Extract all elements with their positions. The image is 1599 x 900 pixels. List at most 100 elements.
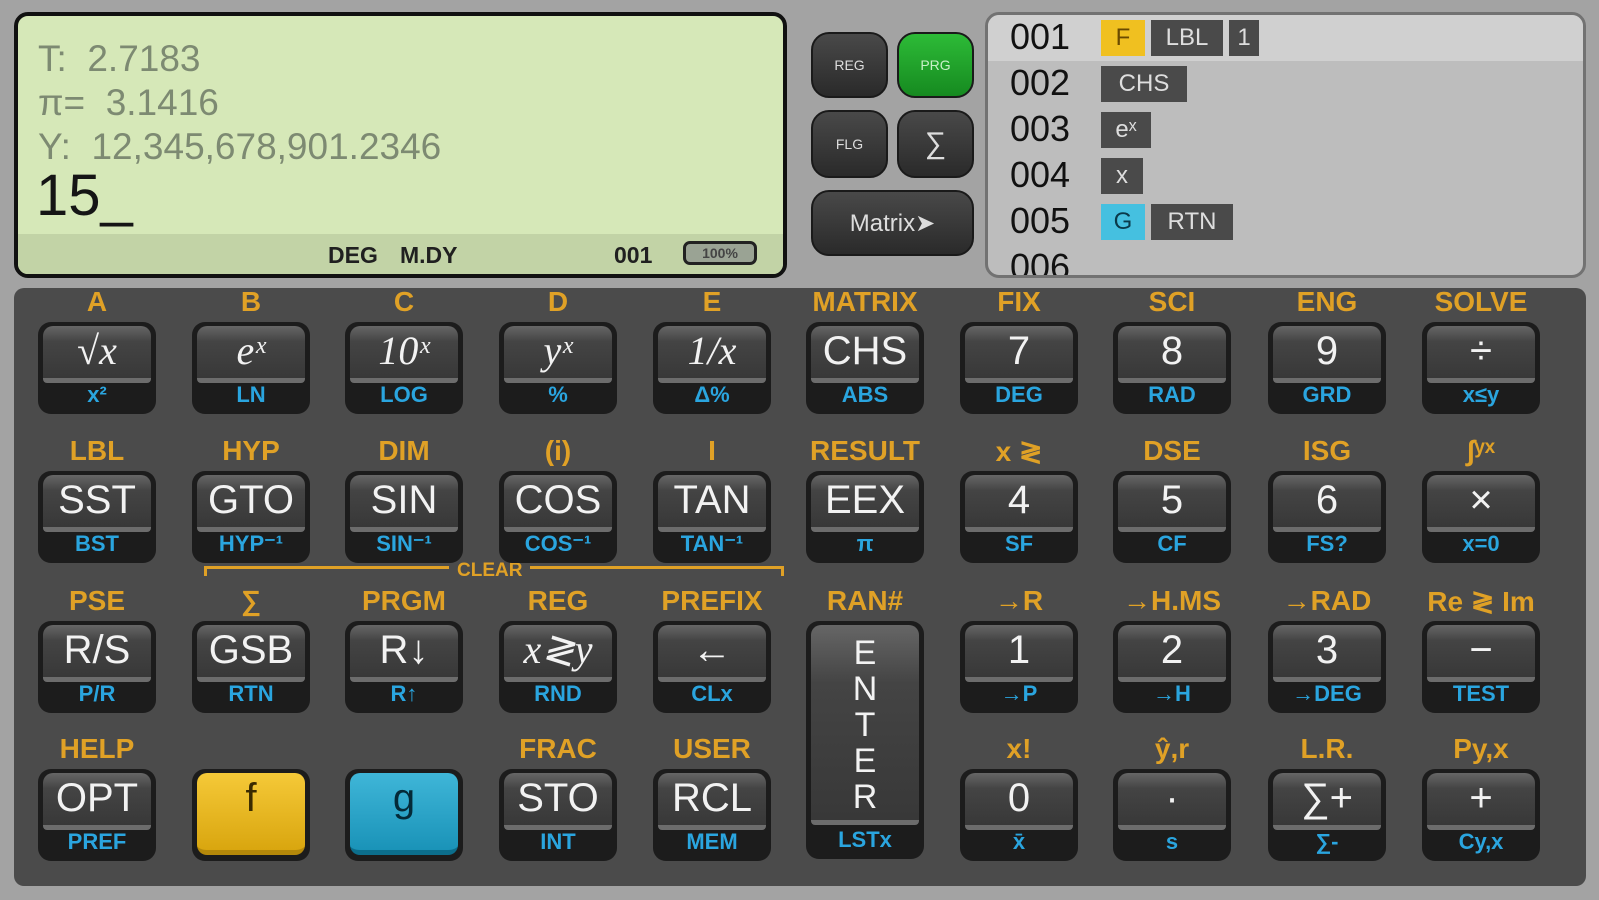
key-cos[interactable]: COS COS⁻¹ <box>499 471 617 563</box>
key-label: 1/x <box>658 326 766 383</box>
key-r-s[interactable]: R/S P/R <box>38 621 156 713</box>
key-label: GTO <box>197 475 305 532</box>
key-label: 10ˣ <box>350 326 458 383</box>
flg-button[interactable]: FLG <box>811 110 888 178</box>
key-label: SIN <box>350 475 458 532</box>
key-y[interactable]: yˣ% <box>499 322 617 414</box>
key-10[interactable]: 10ˣ LOG <box>345 322 463 414</box>
key-g-shift[interactable]: g <box>345 769 463 861</box>
key-shift-label: SCI <box>1148 286 1196 317</box>
program-step-number: 002 <box>1010 62 1071 103</box>
key-shift-label: DIM <box>378 435 430 466</box>
key-label: GSB <box>197 625 305 682</box>
key-sin[interactable]: SIN SIN⁻¹ <box>345 471 463 563</box>
program-token: x <box>1101 158 1143 194</box>
key-8[interactable]: 8 RAD <box>1113 322 1231 414</box>
program-listing[interactable]: 001 F LBL 1 002 CHS 003 eˣ 004 x 005 G RTN 006 <box>985 12 1586 278</box>
key-sto[interactable]: STO INT <box>499 769 617 861</box>
key-label: ∑+ <box>1273 773 1381 830</box>
lcd-entry-line: 15_ <box>36 163 133 228</box>
key-g-label: ∑- <box>1315 829 1339 854</box>
key-tan[interactable]: TAN TAN⁻¹ <box>653 471 771 563</box>
key-label: TAN <box>658 475 766 532</box>
key-key-19[interactable]: × x=0 <box>1422 471 1540 563</box>
key-0[interactable]: 0 x̄ <box>960 769 1078 861</box>
key-gsb[interactable]: GSB RTN <box>192 621 310 713</box>
key-shift-label: PREFIX <box>661 585 763 616</box>
program-step-001[interactable]: 001 F LBL 1 <box>988 15 1583 61</box>
program-step-003[interactable]: 003 eˣ <box>988 107 1583 153</box>
key-shift-label: x! <box>1006 733 1032 764</box>
key-shift-label: LBL <box>69 435 125 466</box>
program-step-002[interactable]: 002 CHS <box>988 61 1583 107</box>
key-4[interactable]: 4 SF <box>960 471 1078 563</box>
key-g-label: INT <box>540 829 576 854</box>
key-label: √x <box>43 326 151 383</box>
key-x[interactable]: √x x² <box>38 322 156 414</box>
key-f-shift[interactable]: f <box>192 769 310 861</box>
key-6[interactable]: 6 FS? <box>1268 471 1386 563</box>
key-key-29[interactable]: − TEST <box>1422 621 1540 713</box>
key-shift-label: DSE <box>1143 435 1201 466</box>
key-shift-label: Py,x <box>1453 733 1509 764</box>
key-chs[interactable]: CHS ABS <box>806 322 924 414</box>
key-label: 0 <box>965 773 1073 830</box>
key-shift-label: ∑ <box>241 585 261 616</box>
key-key-38[interactable]: + Cy,x <box>1422 769 1540 861</box>
key-g-label: s <box>1165 829 1179 854</box>
matrix-button[interactable]: Matrix➤ <box>811 190 974 256</box>
reg-button[interactable]: REG <box>811 32 888 98</box>
key-eex[interactable]: EEX π <box>806 471 924 563</box>
key-shift-label: FRAC <box>519 733 597 764</box>
key-shift-label: ∫ʸˣ <box>1466 435 1495 466</box>
key-shift-label: I <box>708 435 716 466</box>
program-step-number: 001 <box>1010 16 1071 57</box>
key-opt[interactable]: OPT PREF <box>38 769 156 861</box>
program-step-006[interactable]: 006 <box>988 245 1583 275</box>
key-shift-label: MATRIX <box>812 286 918 317</box>
key-g-label: →H <box>1153 681 1191 706</box>
key-e[interactable]: eˣ LN <box>192 322 310 414</box>
program-token: RTN <box>1151 204 1233 240</box>
key-g-label: CLx <box>691 681 733 706</box>
key-label: STO <box>504 773 612 830</box>
key-g-label: BST <box>75 531 119 556</box>
key-key-37[interactable]: ∑+ ∑- <box>1268 769 1386 861</box>
key-key-24[interactable]: ← CLx <box>653 621 771 713</box>
key-7[interactable]: 7 DEG <box>960 322 1078 414</box>
key-g-label: RND <box>534 681 582 706</box>
sum-button[interactable]: ∑ <box>897 110 974 178</box>
key-shift-label: FIX <box>997 286 1041 317</box>
key-enter[interactable]: E N T E R LSTx <box>806 621 924 859</box>
program-token: LBL <box>1151 20 1223 56</box>
prg-button[interactable]: PRG <box>897 32 974 98</box>
key-label: ← <box>658 625 766 682</box>
key-label: 6 <box>1273 475 1381 532</box>
key-3[interactable]: 3 →DEG <box>1268 621 1386 713</box>
key-2[interactable]: 2 →H <box>1113 621 1231 713</box>
key-gto[interactable]: GTO HYP⁻¹ <box>192 471 310 563</box>
key-label: · <box>1118 773 1226 830</box>
key-g-label: COS⁻¹ <box>524 531 592 556</box>
key-9[interactable]: 9 GRD <box>1268 322 1386 414</box>
key-rcl[interactable]: RCL MEM <box>653 769 771 861</box>
key-label: − <box>1427 625 1535 682</box>
key-1-x[interactable]: 1/x Δ% <box>653 322 771 414</box>
key-g-label: π <box>856 531 874 556</box>
key-g-label: P/R <box>78 681 116 706</box>
program-step-004[interactable]: 004 x <box>988 153 1583 199</box>
program-step-005[interactable]: 005 G RTN <box>988 199 1583 245</box>
key-x-y[interactable]: x≷y RND <box>499 621 617 713</box>
key-label: EEX <box>811 475 919 532</box>
date-mode-indicator: M.DY <box>400 242 458 268</box>
key-1[interactable]: 1 →P <box>960 621 1078 713</box>
key-sst[interactable]: SST BST <box>38 471 156 563</box>
key-r[interactable]: R↓ R↑ <box>345 621 463 713</box>
key-shift-label: D <box>547 286 569 317</box>
battery-icon: 100% <box>683 241 757 265</box>
key-key-9[interactable]: ÷ x≤y <box>1422 322 1540 414</box>
key-key-36[interactable]: · s <box>1113 769 1231 861</box>
key-shift-label: RESULT <box>810 435 920 466</box>
key-shift-label: USER <box>673 733 751 764</box>
key-5[interactable]: 5 CF <box>1113 471 1231 563</box>
